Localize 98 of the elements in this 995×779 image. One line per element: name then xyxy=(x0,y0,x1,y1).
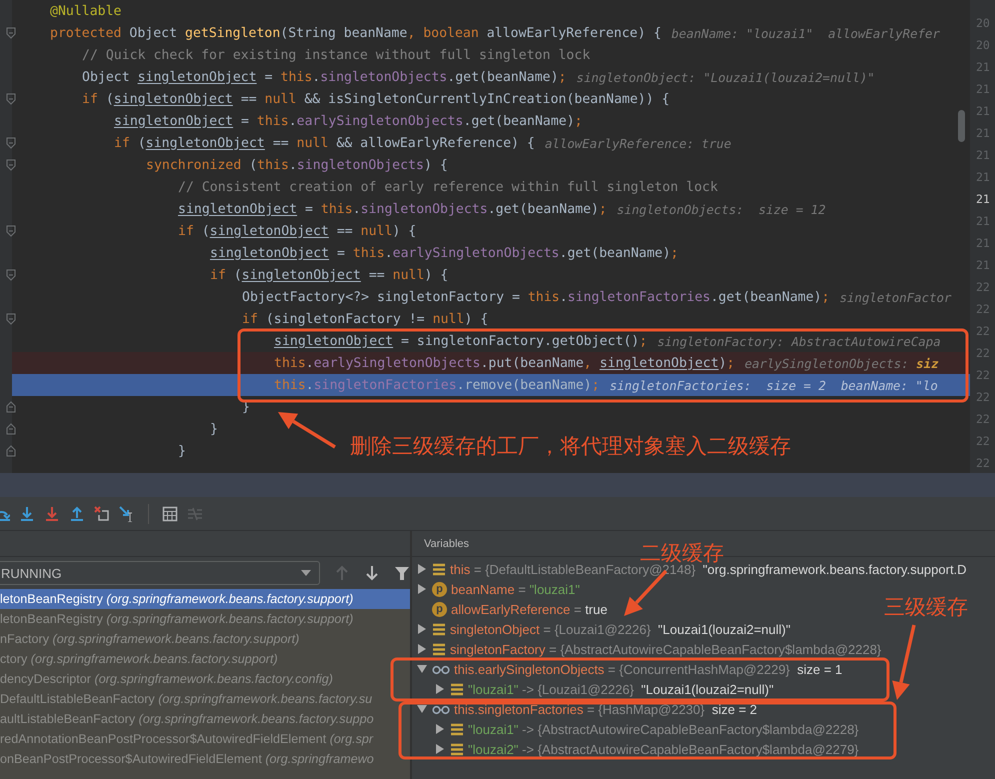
cross-frame-button[interactable] xyxy=(94,506,110,522)
inline-value-hint: earlySingletonObjects: siz xyxy=(744,356,939,370)
field-icon xyxy=(432,642,446,656)
stack-frame[interactable]: aultListableBeanFactory (org.springframework.beans.factory.suppo xyxy=(0,709,410,729)
inline-value-hint: singletonObjects: size = 12 xyxy=(616,202,826,216)
stack-frame[interactable]: redAnnotationBeanPostProcessor$AutowiredFieldElement (org.spr xyxy=(0,729,410,749)
variable-entry[interactable]: beanName = "louzai1" xyxy=(451,582,580,596)
inline-value-hint: beanName: "louzai1" allowEarlyRefer xyxy=(671,26,940,40)
code-line: singletonObject = singletonFactory.getObject(); xyxy=(274,334,648,348)
field-icon xyxy=(432,622,446,636)
expanded-triangle-icon[interactable] xyxy=(417,664,427,674)
code-line: if (singletonObject == null) { xyxy=(210,268,448,282)
fold-marker-icon[interactable] xyxy=(6,225,16,237)
stack-frame[interactable]: dencyDescriptor (org.springframework.beans.factory.config) xyxy=(0,669,410,689)
variable-entry[interactable]: singletonObject = {Louzai1@2226} "Louzai1(louzai2=null)" xyxy=(450,622,790,636)
variable-entry[interactable]: allowEarlyReference = true xyxy=(451,602,608,616)
down-arrow-icon xyxy=(19,506,35,522)
trace-lines-icon xyxy=(187,506,203,522)
stack-frame[interactable]: ctory (org.springframework.beans.factory.support) xyxy=(0,649,410,669)
cursor-arrow-icon xyxy=(119,506,135,522)
collapsed-triangle-icon[interactable] xyxy=(435,744,445,754)
code-line: this.singletonFactories.remove(beanName); xyxy=(274,378,600,392)
variable-entry[interactable]: this = {DefaultListableBeanFactory@2148} "org.springframework.beans.factory.support.D xyxy=(450,562,967,576)
stack-frame[interactable]: onBeanPostProcessor$AutowiredFieldElement (org.springframewo xyxy=(0,749,410,769)
stack-frame[interactable]: nFactory (org.springframework.beans.factory.support) xyxy=(0,629,410,649)
down-arrow-button[interactable] xyxy=(19,506,35,522)
field-icon xyxy=(450,682,464,696)
stack-frame[interactable]: DefaultListableBeanFactory (org.springframework.beans.factory.su xyxy=(0,689,410,709)
code-line: this.earlySingletonObjects.put(beanName, singletonObject); xyxy=(274,356,735,370)
variable-entry[interactable]: singletonFactory = {AbstractAutowireCapableBeanFactory$lambda@2228} xyxy=(450,642,882,656)
fold-marker-icon[interactable] xyxy=(6,137,16,149)
parameter-icon: p xyxy=(432,602,447,616)
code-line: singletonObject = this.earlySingletonObjects.get(beanName); xyxy=(210,246,678,260)
down-arrow-icon[interactable] xyxy=(364,565,380,581)
collapsed-triangle-icon[interactable] xyxy=(417,564,427,574)
code-line: // Quick check for existing instance without full singleton lock xyxy=(82,48,590,62)
variable-entry[interactable]: "louzai2" -> {AbstractAutowireCapableBeanFactory$lambda@2279} xyxy=(468,742,859,756)
panel-title: Variables xyxy=(424,538,470,550)
cross-frame-icon xyxy=(94,506,110,522)
field-icon xyxy=(450,742,464,756)
scrollbar-thumb[interactable] xyxy=(958,110,965,142)
field-icon xyxy=(450,722,464,736)
caret-icon xyxy=(301,570,311,576)
up-arrow-icon xyxy=(69,506,85,522)
parameter-icon: p xyxy=(432,582,447,596)
code-line: if (singletonObject == null && isSingletonCurrentlyInCreation(beanName)) { xyxy=(82,92,670,106)
code-line: if (singletonObject == null && allowEarlyReference) { xyxy=(114,136,535,150)
fold-marker-icon[interactable] xyxy=(6,445,16,457)
table-icon xyxy=(162,506,178,522)
fold-marker-icon[interactable] xyxy=(6,269,16,281)
fold-marker-icon[interactable] xyxy=(6,313,16,325)
fold-marker-icon[interactable] xyxy=(6,93,16,105)
fold-marker-icon[interactable] xyxy=(6,423,16,435)
thread-dropdown[interactable]: RUNNING xyxy=(0,561,320,585)
variable-entry[interactable]: this.earlySingletonObjects = {ConcurrentHashMap@2229} size = 1 xyxy=(454,662,842,676)
down-arrow-icon xyxy=(44,506,60,522)
collapsed-triangle-icon[interactable] xyxy=(435,724,445,734)
collapsed-triangle-icon[interactable] xyxy=(417,624,427,634)
stack-frame[interactable]: letonBeanRegistry (org.springframework.beans.factory.support) xyxy=(0,609,410,629)
callout-arrow xyxy=(278,412,336,448)
cursor-arrow-button[interactable] xyxy=(119,506,135,522)
code-line: if (singletonFactory != null) { xyxy=(242,312,488,326)
callout-text: 二级缓存 xyxy=(640,543,724,564)
filter-icon[interactable] xyxy=(394,565,410,581)
up-arrow-button[interactable] xyxy=(69,506,85,522)
callout-text: 三级缓存 xyxy=(884,597,968,618)
code-line: Object singletonObject = this.singletonObjects.get(beanName); xyxy=(82,70,566,84)
inline-value-hint: singletonFactor xyxy=(840,290,952,304)
code-line: synchronized (this.singletonObjects) { xyxy=(146,158,448,172)
field-icon xyxy=(432,562,446,576)
code-line: } xyxy=(210,422,218,436)
code-line: @Nullable xyxy=(50,4,122,18)
collapsed-triangle-icon[interactable] xyxy=(417,584,427,594)
collapsed-triangle-icon[interactable] xyxy=(435,684,445,694)
code-line: if (singletonObject == null) { xyxy=(178,224,416,238)
callout-text: 删除三级缓存的工厂，将代理对象塞入二级缓存 xyxy=(350,436,791,457)
collapsed-triangle-icon[interactable] xyxy=(417,644,427,654)
inline-value-hint: allowEarlyReference: true xyxy=(544,136,732,150)
variable-entry[interactable]: "louzai1" -> {Louzai1@2226} "Louzai1(louzai2=null)" xyxy=(468,682,774,696)
line-number: 21 xyxy=(975,191,991,208)
fold-marker-icon[interactable] xyxy=(6,159,16,171)
inline-value-hint: singletonFactory: AbstractAutowireCapa xyxy=(657,334,941,348)
code-line: // Consistent creation of early reference within full singleton lock xyxy=(178,180,718,194)
down-arrow-button[interactable] xyxy=(44,506,60,522)
inline-value-hint: singletonObject: "Louzai1(louzai2=null)" xyxy=(576,70,875,84)
fold-marker-icon[interactable] xyxy=(6,27,16,39)
code-line: } xyxy=(178,444,186,458)
variable-entry[interactable]: "louzai1" -> {AbstractAutowireCapableBeanFactory$lambda@2228} xyxy=(468,722,859,736)
variable-entry[interactable]: this.singletonFactories = {HashMap@2230} size = 2 xyxy=(454,702,758,716)
code-line: singletonObject = this.earlySingletonObjects.get(beanName); xyxy=(114,114,582,128)
table-button[interactable] xyxy=(162,506,178,522)
stack-frame[interactable]: letonBeanRegistry (org.springframework.beans.factory.support) xyxy=(0,589,410,609)
expanded-triangle-icon[interactable] xyxy=(417,704,427,714)
code-line: singletonObject = this.singletonObjects.get(beanName); xyxy=(178,202,607,216)
inline-value-hint: singletonFactories: size = 2 beanName: "lo xyxy=(610,378,938,392)
code-line: protected Object getSingleton(String beanName, boolean allowEarlyReference) { xyxy=(50,26,662,40)
fold-marker-icon[interactable] xyxy=(6,401,16,413)
code-line: ObjectFactory<?> singletonFactory = this.singletonFactories.get(beanName); xyxy=(242,290,830,304)
